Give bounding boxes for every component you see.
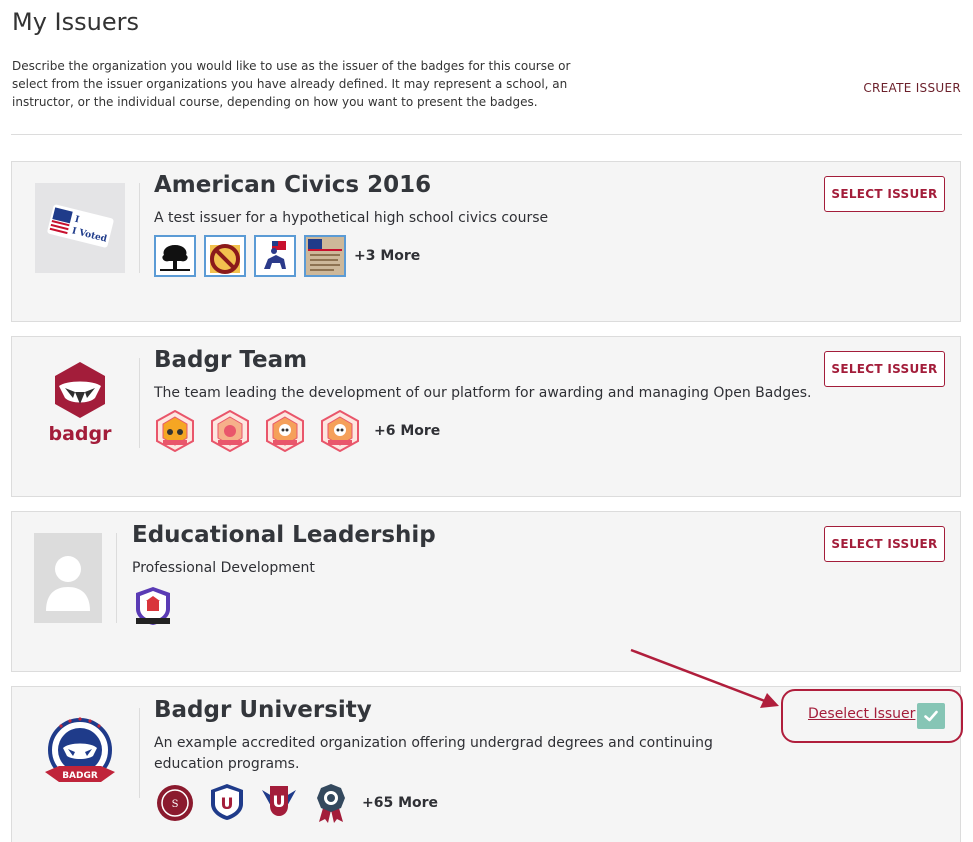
svg-text:U: U (221, 794, 234, 813)
deselect-issuer-link[interactable]: Deselect Issuer (808, 706, 915, 722)
badgr-university-logo: BADGR (34, 708, 126, 798)
u-shield-badge-icon: U (206, 782, 248, 824)
issuer-description: Professional Development (132, 560, 315, 576)
issuer-name: Educational Leadership (132, 522, 436, 548)
page-title: My Issuers (12, 8, 139, 36)
card-separator (139, 183, 140, 273)
issuer-name: Badgr Team (154, 347, 308, 373)
issuer-name: Badgr University (154, 697, 372, 723)
badgr-skull-badge-icon (319, 410, 361, 452)
more-badges-count[interactable]: +6 More (374, 423, 440, 439)
more-badges-count[interactable]: +3 More (354, 248, 420, 264)
badge-list (132, 585, 174, 627)
select-issuer-button[interactable]: SELECT ISSUER (824, 526, 945, 562)
badge-list: S U U +65 More (154, 782, 438, 824)
select-issuer-button[interactable]: SELECT ISSUER (824, 351, 945, 387)
select-issuer-button[interactable]: SELECT ISSUER (824, 176, 945, 212)
svg-text:badgr: badgr (49, 423, 113, 445)
badgr-logo-icon: badgr (49, 362, 113, 445)
classroom-badge-icon (132, 585, 174, 627)
i-voted-sticker-icon: I I Voted (35, 183, 125, 273)
badgr-explorer-badge-icon (209, 410, 251, 452)
badgr-scout-badge-icon (154, 410, 196, 452)
badgr-skull-badge-icon (264, 410, 306, 452)
badgr-university-seal-icon: BADGR (45, 717, 115, 782)
card-separator (139, 358, 140, 448)
svg-text:S: S (172, 799, 179, 810)
horse-rider-badge-icon (254, 235, 296, 277)
issuer-description: An example accredited organization offer… (154, 735, 713, 772)
ribbon-badge-icon (310, 782, 352, 824)
page-intro: Describe the organization you would like… (12, 59, 571, 109)
svg-text:BADGR: BADGR (62, 771, 98, 781)
placeholder-avatar (34, 533, 102, 623)
badgr-logo: badgr (34, 358, 126, 448)
svg-text:U: U (273, 792, 286, 811)
seal-badge-icon: S (154, 782, 196, 824)
u-winged-badge-icon: U (258, 782, 300, 824)
issuer-name: American Civics 2016 (154, 172, 432, 198)
issuer-card-american-civics: I I Voted American Civics 2016 A test is… (11, 161, 961, 322)
header-divider (11, 134, 962, 135)
i-voted-logo: I I Voted (34, 183, 126, 273)
badge-list: +6 More (154, 410, 440, 452)
issuer-card-educational-leadership: Educational Leadership Professional Deve… (11, 511, 961, 672)
issuer-description: The team leading the development of our … (154, 385, 812, 401)
badge-list: +3 More (154, 235, 420, 277)
selected-check-icon[interactable] (917, 703, 945, 729)
issuer-card-badgr-team: badgr Badgr Team The team leading the de… (11, 336, 961, 497)
document-badge-icon (304, 235, 346, 277)
create-issuer-link[interactable]: CREATE ISSUER (863, 81, 961, 95)
card-separator (116, 533, 117, 623)
tree-badge-icon (154, 235, 196, 277)
more-badges-count[interactable]: +65 More (362, 795, 438, 811)
person-placeholder-icon (34, 533, 102, 623)
no-symbol-badge-icon (204, 235, 246, 277)
issuer-description: A test issuer for a hypothetical high sc… (154, 210, 549, 226)
card-separator (139, 708, 140, 798)
